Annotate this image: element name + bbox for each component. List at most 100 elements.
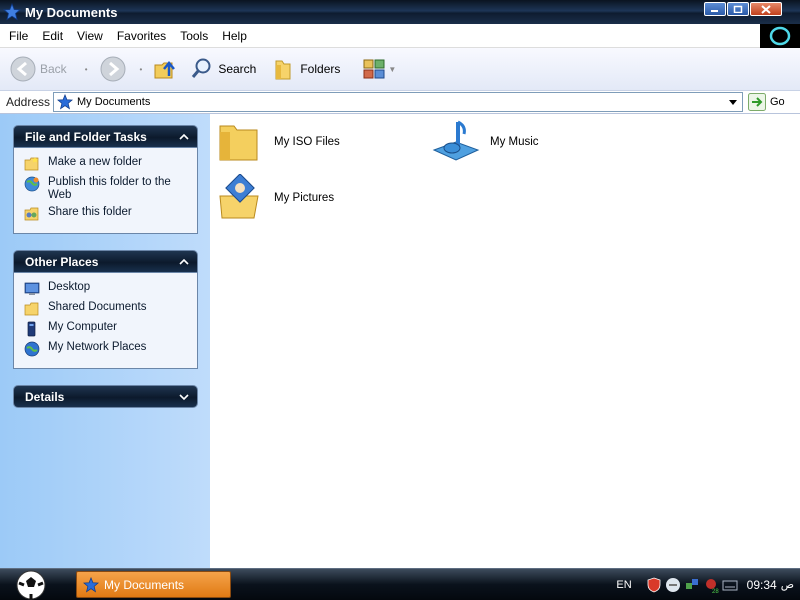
- file-label: My Music: [490, 136, 539, 148]
- file-item-my-music[interactable]: My Music: [432, 118, 539, 166]
- place-shared-documents[interactable]: Shared Documents: [24, 299, 197, 319]
- go-button[interactable]: Go: [748, 93, 785, 111]
- menu-view[interactable]: View: [70, 24, 110, 48]
- file-folder-tasks-header[interactable]: File and Folder Tasks: [13, 125, 198, 148]
- file-item-my-iso-files[interactable]: My ISO Files: [216, 118, 340, 166]
- search-label: Search: [218, 62, 257, 76]
- minimize-icon: [711, 10, 718, 12]
- menu-edit[interactable]: Edit: [35, 24, 70, 48]
- views-dropdown-icon: ▼: [388, 64, 397, 74]
- close-button[interactable]: [750, 2, 782, 16]
- menu-favorites[interactable]: Favorites: [110, 24, 173, 48]
- shield-icon[interactable]: [646, 577, 662, 593]
- search-icon: [192, 58, 211, 78]
- go-arrow-icon: [748, 93, 766, 111]
- task-label: Share this folder: [48, 206, 132, 218]
- other-places-panel: Other Places Desktop Shared Documents My…: [13, 250, 198, 369]
- network-tray-icon[interactable]: [684, 577, 700, 593]
- pictures-folder-icon: [219, 174, 259, 219]
- my-computer-icon: [27, 321, 36, 337]
- place-label: My Computer: [48, 321, 118, 333]
- up-button[interactable]: [148, 53, 182, 85]
- panel-title: File and Folder Tasks: [25, 129, 147, 144]
- panel-title: Other Places: [25, 254, 99, 269]
- task-share-folder[interactable]: Share this folder: [24, 204, 197, 224]
- windows-brand-logo: [760, 24, 800, 48]
- views-button[interactable]: ▼: [358, 53, 400, 85]
- taskbar-button-my-documents[interactable]: My Documents: [76, 571, 231, 598]
- folders-label: Folders: [300, 62, 341, 76]
- place-my-computer[interactable]: My Computer: [24, 319, 197, 339]
- svg-text:28: 28: [712, 589, 719, 593]
- back-label: Back: [40, 62, 67, 76]
- language-indicator[interactable]: EN: [616, 579, 631, 591]
- other-places-header[interactable]: Other Places: [13, 250, 198, 273]
- file-view: My ISO Files My Music My Pictures: [210, 114, 800, 568]
- menu-tools[interactable]: Tools: [173, 24, 215, 48]
- taskbar-button-label: My Documents: [104, 577, 185, 592]
- publish-web-icon: [24, 176, 40, 192]
- brand-ring-icon: [769, 26, 791, 46]
- address-label: Address: [6, 95, 51, 109]
- task-make-new-folder[interactable]: Make a new folder: [24, 154, 197, 174]
- taskbar: My Documents EN 28 09:34 ص: [0, 568, 800, 600]
- file-item-my-pictures[interactable]: My Pictures: [216, 174, 334, 222]
- network-places-icon: [24, 341, 40, 357]
- forward-history-dropdown-icon[interactable]: •: [140, 65, 143, 74]
- task-pane: File and Folder Tasks Make a new folder: [0, 114, 210, 568]
- star-documents-icon: [57, 94, 73, 110]
- system-tray: EN 28 09:34 ص: [616, 569, 800, 600]
- details-header[interactable]: Details: [13, 385, 198, 408]
- views-icon: [363, 59, 385, 79]
- address-value: My Documents: [77, 96, 151, 108]
- maximize-icon: [733, 5, 743, 13]
- go-label: Go: [770, 96, 785, 108]
- chevron-down-icon[interactable]: [177, 390, 191, 404]
- desktop-icon: [24, 282, 40, 295]
- place-label: Shared Documents: [48, 301, 147, 313]
- folder-up-icon: [154, 61, 176, 79]
- window-controls: [704, 2, 782, 16]
- chevron-up-icon[interactable]: [177, 255, 191, 269]
- task-label: Publish this folder to the Web: [48, 176, 171, 201]
- back-arrow-icon: [10, 56, 36, 82]
- address-input[interactable]: My Documents: [53, 92, 743, 112]
- antivirus-tray-icon[interactable]: 28: [703, 577, 719, 593]
- address-bar: Address My Documents Go: [0, 91, 800, 114]
- back-button[interactable]: Back: [6, 53, 71, 85]
- chevron-down-icon: [729, 99, 737, 105]
- forward-arrow-icon: [100, 56, 125, 82]
- window-title: My Documents: [25, 4, 118, 20]
- file-folder-tasks-list: Make a new folder Publish this folder to…: [13, 148, 198, 234]
- details-panel: Details: [13, 385, 198, 408]
- maximize-button[interactable]: [727, 2, 749, 16]
- menu-file[interactable]: File: [2, 24, 35, 48]
- file-folder-tasks-panel: File and Folder Tasks Make a new folder: [13, 125, 198, 234]
- menu-bar: File Edit View Favorites Tools Help: [0, 24, 760, 48]
- status-minus-icon[interactable]: [665, 577, 681, 593]
- clock-time[interactable]: 09:34: [747, 578, 777, 592]
- title-bar[interactable]: My Documents: [0, 0, 800, 24]
- minimize-button[interactable]: [704, 2, 726, 16]
- folders-button[interactable]: Folders: [268, 53, 344, 85]
- search-button[interactable]: Search: [186, 53, 260, 85]
- shared-documents-icon: [24, 302, 39, 316]
- keyboard-tray-icon[interactable]: [722, 577, 738, 593]
- back-history-dropdown-icon[interactable]: •: [85, 65, 88, 74]
- other-places-list: Desktop Shared Documents My Computer My …: [13, 273, 198, 369]
- star-documents-icon: [3, 3, 21, 21]
- place-label: Desktop: [48, 281, 91, 293]
- file-label: My ISO Files: [274, 136, 340, 148]
- music-folder-icon: [432, 120, 480, 161]
- place-desktop[interactable]: Desktop: [24, 279, 197, 299]
- address-dropdown-button[interactable]: [726, 95, 740, 109]
- forward-button[interactable]: [96, 53, 130, 85]
- start-button[interactable]: [14, 570, 48, 600]
- close-icon: [761, 4, 771, 14]
- menu-help[interactable]: Help: [215, 24, 254, 48]
- clock-period: ص: [780, 579, 794, 591]
- chevron-up-icon[interactable]: [177, 130, 191, 144]
- task-publish-folder-web[interactable]: Publish this folder to the Web: [24, 174, 197, 204]
- place-my-network-places[interactable]: My Network Places: [24, 339, 197, 359]
- file-label: My Pictures: [274, 192, 335, 204]
